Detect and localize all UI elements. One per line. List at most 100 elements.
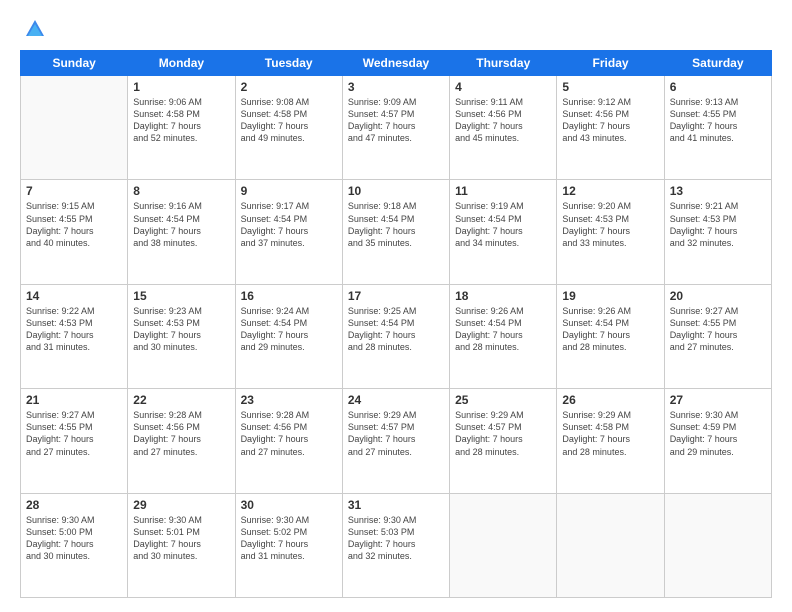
day-header-monday: Monday	[128, 51, 235, 76]
calendar-cell: 26 Sunrise: 9:29 AM Sunset: 4:58 PM Dayli…	[557, 389, 664, 493]
day-number: 29	[133, 498, 229, 512]
calendar-week-1: 1 Sunrise: 9:06 AM Sunset: 4:58 PM Daylig…	[21, 76, 772, 180]
day-number: 15	[133, 289, 229, 303]
day-number: 3	[348, 80, 444, 94]
calendar-cell: 20 Sunrise: 9:27 AM Sunset: 4:55 PM Dayli…	[664, 284, 771, 388]
day-number: 19	[562, 289, 658, 303]
day-number: 25	[455, 393, 551, 407]
cell-content: Sunrise: 9:15 AM Sunset: 4:55 PM Dayligh…	[26, 200, 122, 249]
calendar-cell: 28Sunrise: 9:30 AM Sunset: 5:00 PM Dayli…	[21, 493, 128, 597]
calendar-cell	[664, 493, 771, 597]
calendar-cell: 17Sunrise: 9:25 AM Sunset: 4:54 PM Dayli…	[342, 284, 449, 388]
day-number: 17	[348, 289, 444, 303]
calendar-cell: 27 Sunrise: 9:30 AM Sunset: 4:59 PM Dayli…	[664, 389, 771, 493]
calendar-cell: 19Sunrise: 9:26 AM Sunset: 4:54 PM Dayli…	[557, 284, 664, 388]
calendar-cell: 16 Sunrise: 9:24 AM Sunset: 4:54 PM Dayli…	[235, 284, 342, 388]
day-number: 24	[348, 393, 444, 407]
cell-content: Sunrise: 9:23 AM Sunset: 4:53 PM Dayligh…	[133, 305, 229, 354]
logo-icon	[24, 18, 46, 40]
cell-content: Sunrise: 9:19 AM Sunset: 4:54 PM Dayligh…	[455, 200, 551, 249]
page: SundayMondayTuesdayWednesdayThursdayFrid…	[0, 0, 792, 612]
cell-content: Sunrise: 9:21 AM Sunset: 4:53 PM Dayligh…	[670, 200, 766, 249]
day-number: 10	[348, 184, 444, 198]
cell-content: Sunrise: 9:29 AM Sunset: 4:57 PM Dayligh…	[348, 409, 444, 458]
calendar-cell: 21 Sunrise: 9:27 AM Sunset: 4:55 PM Dayli…	[21, 389, 128, 493]
calendar-cell: 24 Sunrise: 9:29 AM Sunset: 4:57 PM Dayli…	[342, 389, 449, 493]
day-header-sunday: Sunday	[21, 51, 128, 76]
day-number: 7	[26, 184, 122, 198]
day-number: 6	[670, 80, 766, 94]
calendar-cell: 12 Sunrise: 9:20 AM Sunset: 4:53 PM Dayli…	[557, 180, 664, 284]
day-number: 22	[133, 393, 229, 407]
calendar-cell: 14Sunrise: 9:22 AM Sunset: 4:53 PM Dayli…	[21, 284, 128, 388]
cell-content: Sunrise: 9:13 AM Sunset: 4:55 PM Dayligh…	[670, 96, 766, 145]
day-number: 11	[455, 184, 551, 198]
cell-content: Sunrise: 9:26 AM Sunset: 4:54 PM Dayligh…	[455, 305, 551, 354]
calendar-cell: 13 Sunrise: 9:21 AM Sunset: 4:53 PM Dayli…	[664, 180, 771, 284]
day-number: 30	[241, 498, 337, 512]
calendar-cell: 4 Sunrise: 9:11 AM Sunset: 4:56 PM Daylig…	[450, 76, 557, 180]
day-number: 18	[455, 289, 551, 303]
cell-content: Sunrise: 9:18 AM Sunset: 4:54 PM Dayligh…	[348, 200, 444, 249]
calendar-cell: 2Sunrise: 9:08 AM Sunset: 4:58 PM Daylig…	[235, 76, 342, 180]
calendar-cell: 1 Sunrise: 9:06 AM Sunset: 4:58 PM Daylig…	[128, 76, 235, 180]
cell-content: Sunrise: 9:24 AM Sunset: 4:54 PM Dayligh…	[241, 305, 337, 354]
calendar-week-4: 21 Sunrise: 9:27 AM Sunset: 4:55 PM Dayli…	[21, 389, 772, 493]
calendar-cell: 31 Sunrise: 9:30 AM Sunset: 5:03 PM Dayli…	[342, 493, 449, 597]
cell-content: Sunrise: 9:12 AM Sunset: 4:56 PM Dayligh…	[562, 96, 658, 145]
calendar-cell: 15 Sunrise: 9:23 AM Sunset: 4:53 PM Dayli…	[128, 284, 235, 388]
calendar-cell: 18 Sunrise: 9:26 AM Sunset: 4:54 PM Dayli…	[450, 284, 557, 388]
day-number: 1	[133, 80, 229, 94]
calendar-cell: 7 Sunrise: 9:15 AM Sunset: 4:55 PM Daylig…	[21, 180, 128, 284]
day-number: 28	[26, 498, 122, 512]
day-header-wednesday: Wednesday	[342, 51, 449, 76]
day-header-thursday: Thursday	[450, 51, 557, 76]
day-header-friday: Friday	[557, 51, 664, 76]
cell-content: Sunrise: 9:30 AM Sunset: 4:59 PM Dayligh…	[670, 409, 766, 458]
cell-content: Sunrise: 9:28 AM Sunset: 4:56 PM Dayligh…	[133, 409, 229, 458]
calendar-cell: 23 Sunrise: 9:28 AM Sunset: 4:56 PM Dayli…	[235, 389, 342, 493]
cell-content: Sunrise: 9:27 AM Sunset: 4:55 PM Dayligh…	[670, 305, 766, 354]
day-number: 16	[241, 289, 337, 303]
calendar-cell: 5 Sunrise: 9:12 AM Sunset: 4:56 PM Daylig…	[557, 76, 664, 180]
calendar-cell: 9Sunrise: 9:17 AM Sunset: 4:54 PM Daylig…	[235, 180, 342, 284]
cell-content: Sunrise: 9:08 AM Sunset: 4:58 PM Dayligh…	[241, 96, 337, 145]
calendar-cell: 22 Sunrise: 9:28 AM Sunset: 4:56 PM Dayli…	[128, 389, 235, 493]
calendar-cell	[557, 493, 664, 597]
day-number: 23	[241, 393, 337, 407]
day-number: 26	[562, 393, 658, 407]
day-number: 5	[562, 80, 658, 94]
calendar-week-5: 28Sunrise: 9:30 AM Sunset: 5:00 PM Dayli…	[21, 493, 772, 597]
day-number: 27	[670, 393, 766, 407]
calendar-cell: 11 Sunrise: 9:19 AM Sunset: 4:54 PM Dayli…	[450, 180, 557, 284]
calendar-cell: 6 Sunrise: 9:13 AM Sunset: 4:55 PM Daylig…	[664, 76, 771, 180]
logo	[20, 18, 46, 40]
day-number: 31	[348, 498, 444, 512]
day-header-tuesday: Tuesday	[235, 51, 342, 76]
calendar-cell: 10 Sunrise: 9:18 AM Sunset: 4:54 PM Dayli…	[342, 180, 449, 284]
calendar-cell: 3Sunrise: 9:09 AM Sunset: 4:57 PM Daylig…	[342, 76, 449, 180]
cell-content: Sunrise: 9:20 AM Sunset: 4:53 PM Dayligh…	[562, 200, 658, 249]
day-number: 4	[455, 80, 551, 94]
calendar-cell: 29 Sunrise: 9:30 AM Sunset: 5:01 PM Dayli…	[128, 493, 235, 597]
calendar-week-2: 7 Sunrise: 9:15 AM Sunset: 4:55 PM Daylig…	[21, 180, 772, 284]
calendar-cell	[21, 76, 128, 180]
cell-content: Sunrise: 9:28 AM Sunset: 4:56 PM Dayligh…	[241, 409, 337, 458]
cell-content: Sunrise: 9:29 AM Sunset: 4:57 PM Dayligh…	[455, 409, 551, 458]
cell-content: Sunrise: 9:22 AM Sunset: 4:53 PM Dayligh…	[26, 305, 122, 354]
day-number: 20	[670, 289, 766, 303]
cell-content: Sunrise: 9:29 AM Sunset: 4:58 PM Dayligh…	[562, 409, 658, 458]
cell-content: Sunrise: 9:11 AM Sunset: 4:56 PM Dayligh…	[455, 96, 551, 145]
calendar-cell	[450, 493, 557, 597]
day-number: 12	[562, 184, 658, 198]
day-number: 9	[241, 184, 337, 198]
calendar-cell: 8Sunrise: 9:16 AM Sunset: 4:54 PM Daylig…	[128, 180, 235, 284]
day-number: 8	[133, 184, 229, 198]
cell-content: Sunrise: 9:06 AM Sunset: 4:58 PM Dayligh…	[133, 96, 229, 145]
day-number: 21	[26, 393, 122, 407]
cell-content: Sunrise: 9:30 AM Sunset: 5:03 PM Dayligh…	[348, 514, 444, 563]
day-number: 13	[670, 184, 766, 198]
cell-content: Sunrise: 9:27 AM Sunset: 4:55 PM Dayligh…	[26, 409, 122, 458]
cell-content: Sunrise: 9:30 AM Sunset: 5:01 PM Dayligh…	[133, 514, 229, 563]
calendar-week-3: 14Sunrise: 9:22 AM Sunset: 4:53 PM Dayli…	[21, 284, 772, 388]
